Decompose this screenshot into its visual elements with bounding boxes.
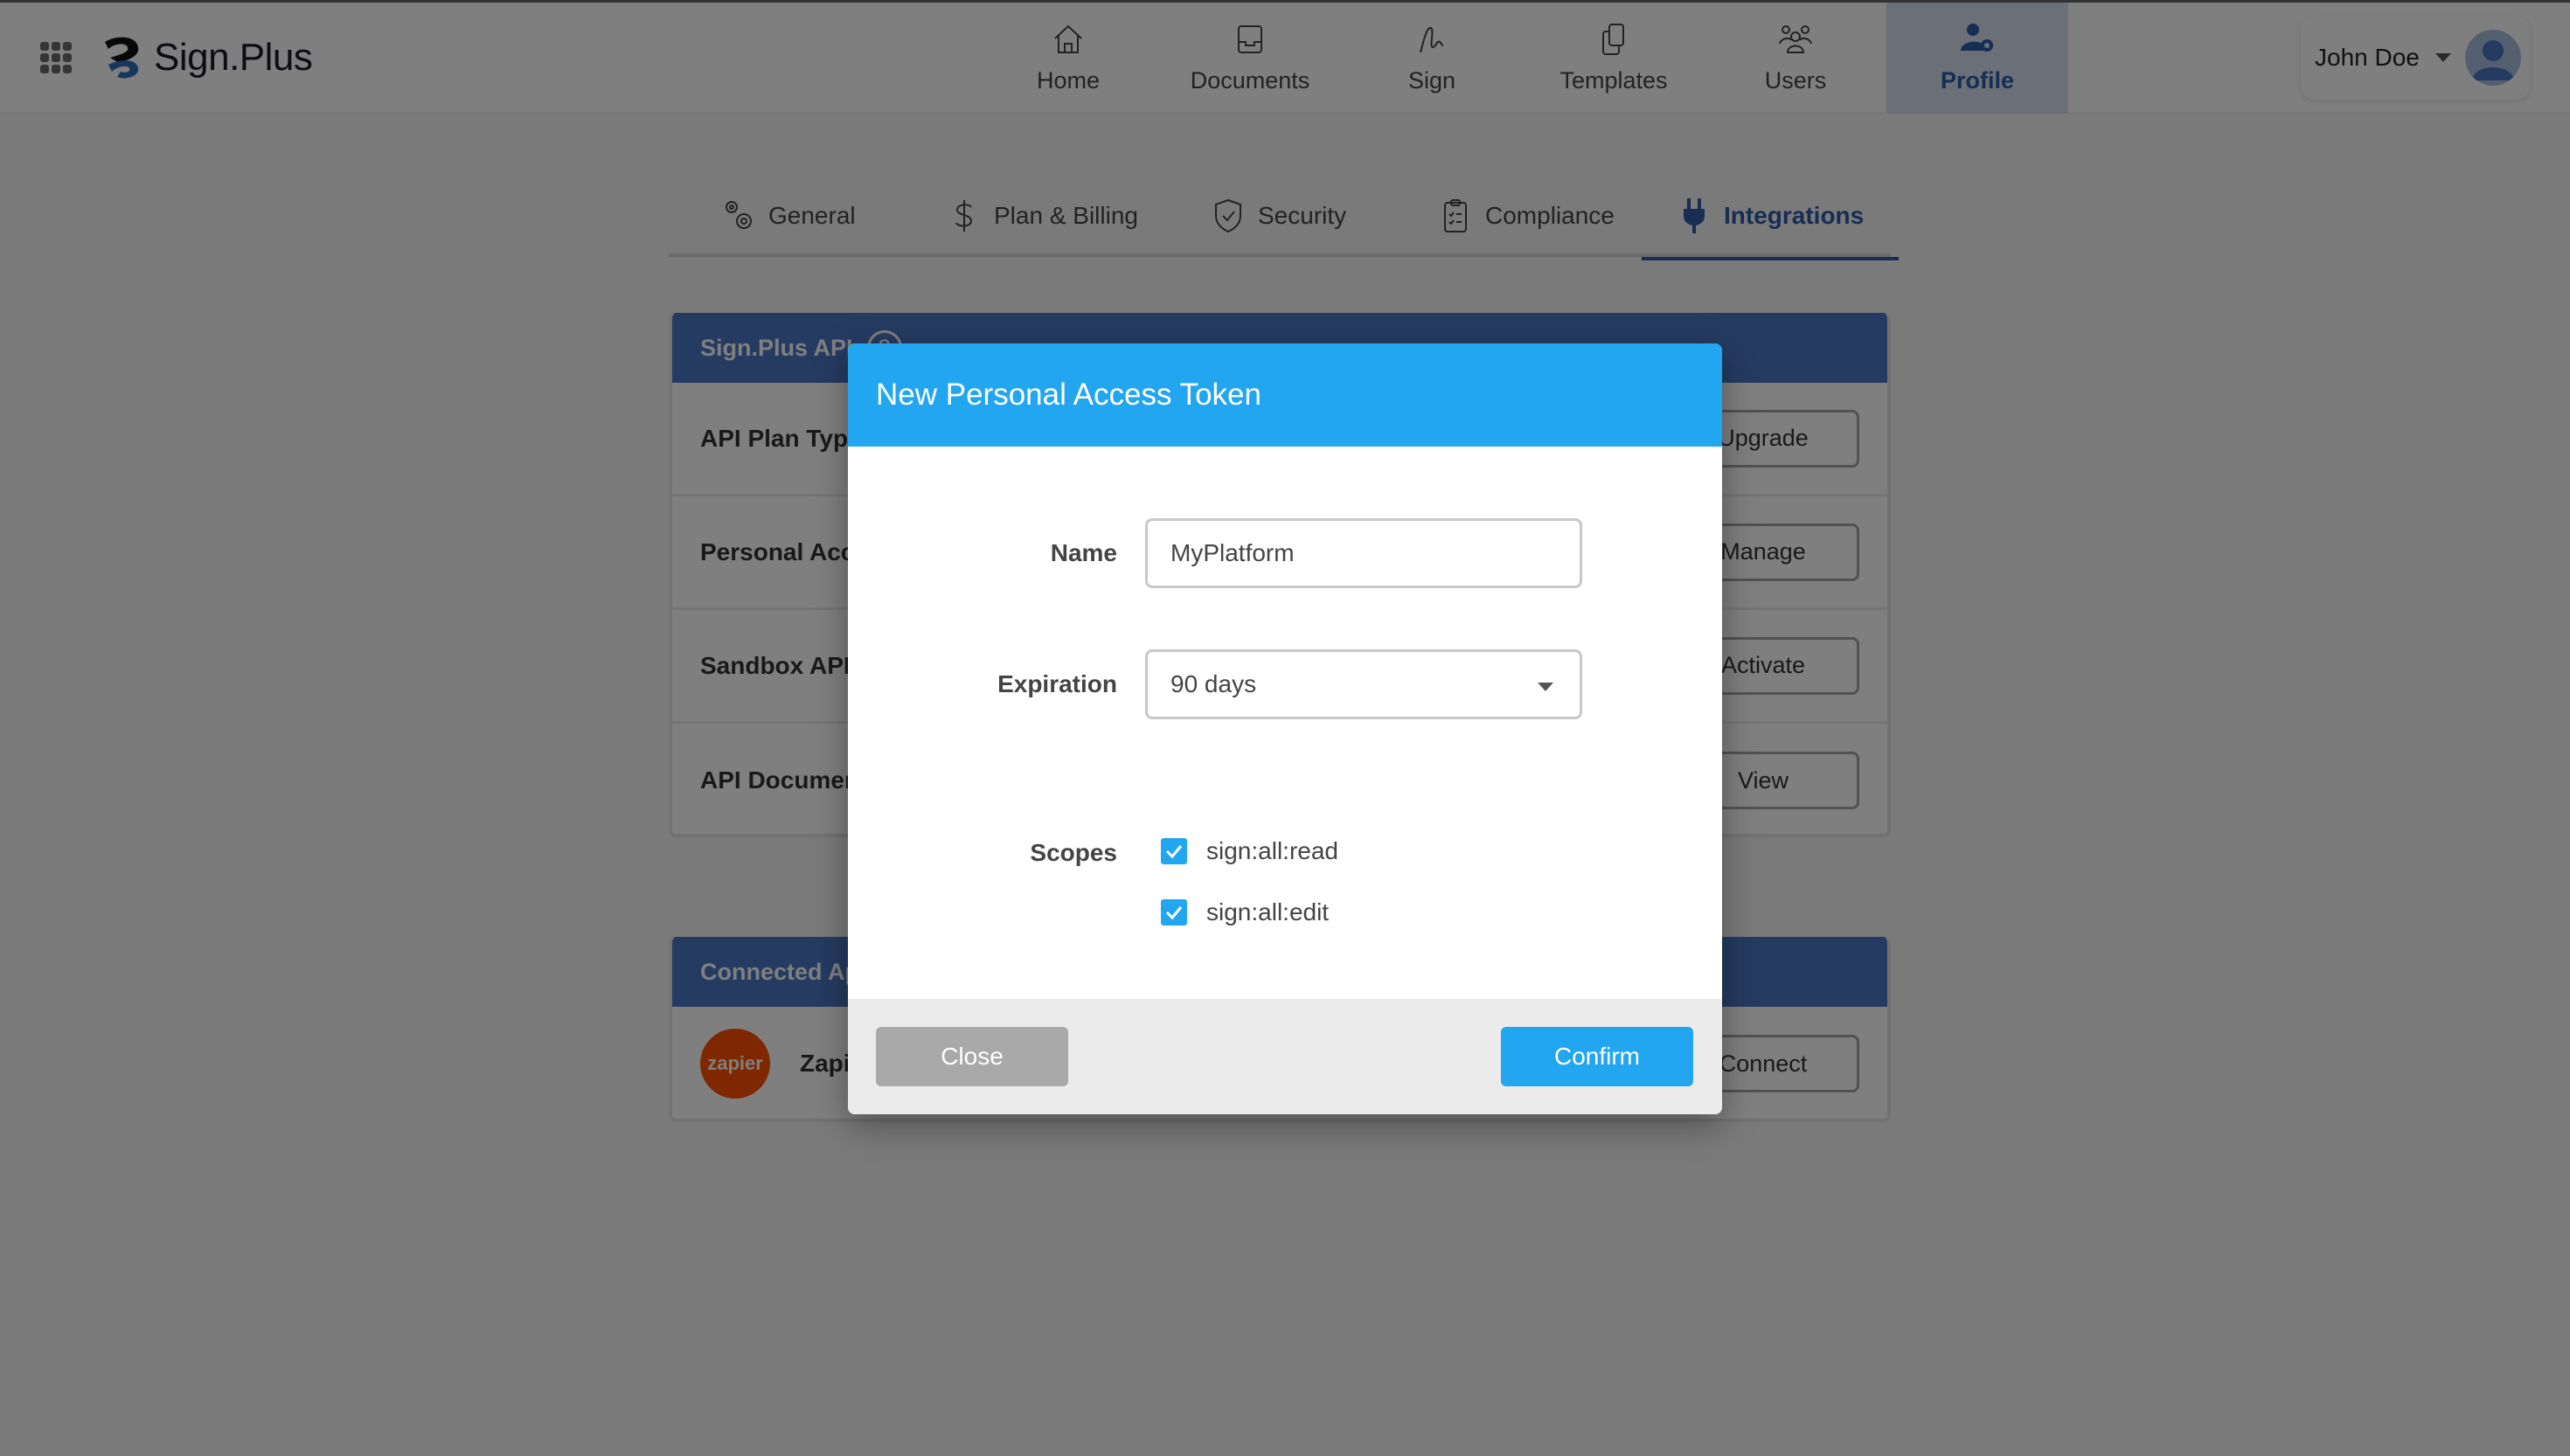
modal-title: New Personal Access Token [876, 378, 1261, 412]
chevron-down-icon [1538, 683, 1553, 691]
checkbox-checked[interactable] [1161, 838, 1187, 864]
expiration-value: 90 days [1170, 670, 1257, 697]
modal-header: New Personal Access Token [848, 343, 1722, 447]
modal-body: Name Expiration 90 days Scopes sign:all:… [848, 447, 1722, 999]
checkmark-icon [1165, 906, 1183, 920]
scopes-label: Scopes [1030, 839, 1117, 866]
close-button[interactable]: Close [876, 1027, 1068, 1086]
name-input[interactable] [1145, 518, 1582, 588]
confirm-button[interactable]: Confirm [1501, 1027, 1693, 1086]
modal-footer: Close Confirm [848, 999, 1722, 1114]
checkbox-checked[interactable] [1161, 899, 1187, 926]
new-token-modal: New Personal Access Token Name Expiratio… [848, 343, 1722, 1114]
expiration-label: Expiration [997, 670, 1117, 697]
checkmark-icon [1165, 845, 1183, 859]
scope-label: sign:all:read [1206, 837, 1338, 864]
name-label: Name [1050, 539, 1117, 566]
expiration-select[interactable]: 90 days [1145, 649, 1582, 719]
scope-sign-all-read[interactable]: sign:all:read [1161, 837, 1338, 865]
scope-label: sign:all:edit [1206, 898, 1330, 926]
scope-sign-all-edit[interactable]: sign:all:edit [1161, 898, 1329, 926]
